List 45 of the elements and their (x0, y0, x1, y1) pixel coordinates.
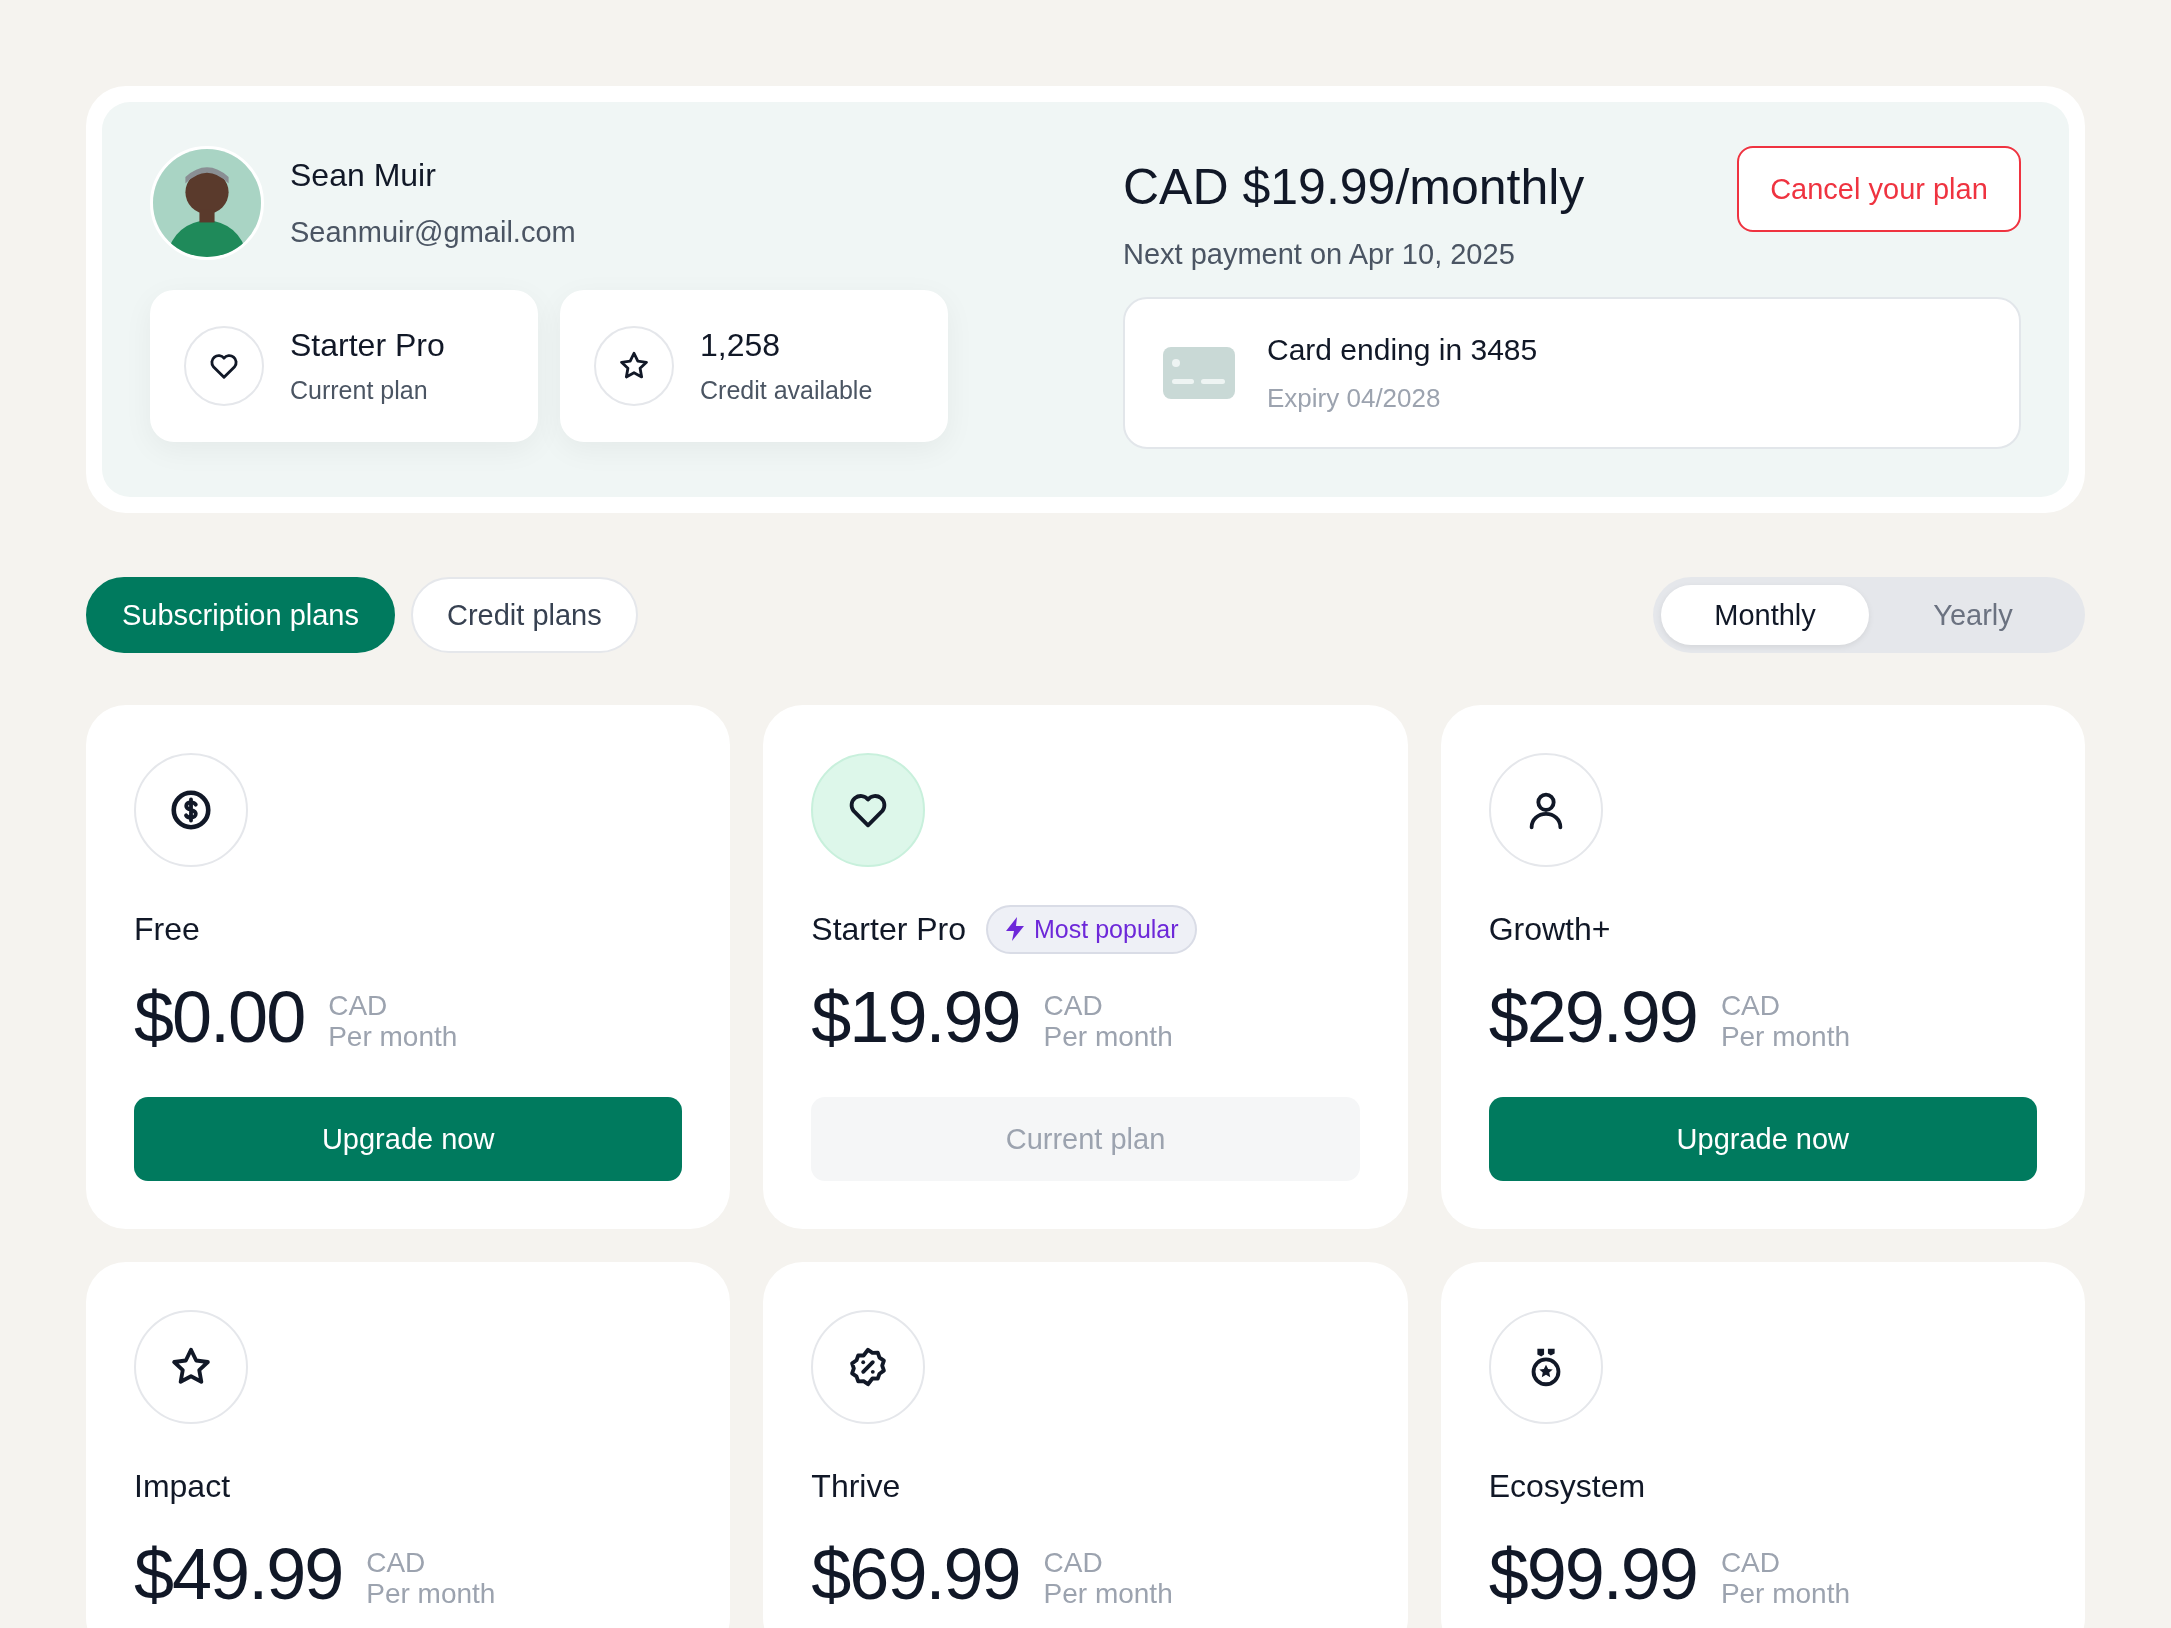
plan-name: Ecosystem (1488, 1467, 1646, 1505)
period-label: Per month (1043, 1579, 1173, 1610)
lightning-icon (1004, 916, 1027, 942)
card-expiry: Expiry 04/2028 (1267, 382, 1442, 414)
user-name: Sean Muir (290, 157, 437, 194)
plan-name: Impact (134, 1467, 231, 1505)
plan-price: CAD $19.99/monthly (1123, 158, 1585, 216)
plan-price: $0.00 (134, 981, 305, 1053)
period-label: Per month (1043, 1022, 1173, 1053)
upgrade-button[interactable]: Upgrade now (1488, 1097, 2037, 1181)
plan-tab[interactable]: Credit plans (411, 577, 638, 653)
stat-value: Starter Pro (290, 327, 445, 364)
period-label: Per month (1720, 1579, 1851, 1610)
stat-label: Credit available (700, 376, 873, 405)
stat-label: Current plan (290, 376, 429, 405)
plan-price: $69.99 (811, 1538, 1020, 1610)
plan-price: $99.99 (1488, 1538, 1697, 1610)
plan-tab[interactable]: Subscription plans (86, 577, 395, 653)
currency-label: CAD (1720, 991, 1781, 1023)
credit-card-icon (1163, 347, 1235, 399)
plan-price: $19.99 (811, 981, 1020, 1053)
upgrade-button[interactable]: Upgrade now (134, 1097, 683, 1181)
plan-name: Thrive (811, 1467, 901, 1505)
period-option[interactable]: Monthly (1661, 585, 1869, 645)
user-email: Seanmuir@gmail.com (290, 216, 576, 249)
plan-name: Growth+ (1488, 910, 1611, 948)
plan-price: $49.99 (134, 1538, 343, 1610)
stat-value: 1,258 (700, 327, 782, 364)
period-option[interactable]: Yearly (1869, 585, 2077, 645)
plan-price: $29.99 (1488, 981, 1697, 1053)
currency-label: CAD (328, 991, 389, 1023)
currency-label: CAD (1043, 991, 1104, 1023)
period-label: Per month (1720, 1022, 1851, 1053)
cancel-plan-button[interactable]: Cancel your plan (1737, 146, 2021, 232)
next-payment: Next payment on Apr 10, 2025 (1123, 238, 1516, 271)
card-number: Card ending in 3485 (1267, 332, 1538, 367)
badge-label: Most popular (1034, 914, 1179, 944)
currency-label: CAD (1043, 1548, 1104, 1580)
currency-label: CAD (366, 1548, 427, 1580)
dollar-coin-icon (168, 787, 214, 833)
plan-name: Starter Pro (811, 910, 967, 948)
period-label: Per month (366, 1579, 496, 1610)
currency-label: CAD (1720, 1548, 1781, 1580)
plan-name: Free (134, 910, 200, 948)
period-label: Per month (328, 1022, 458, 1053)
